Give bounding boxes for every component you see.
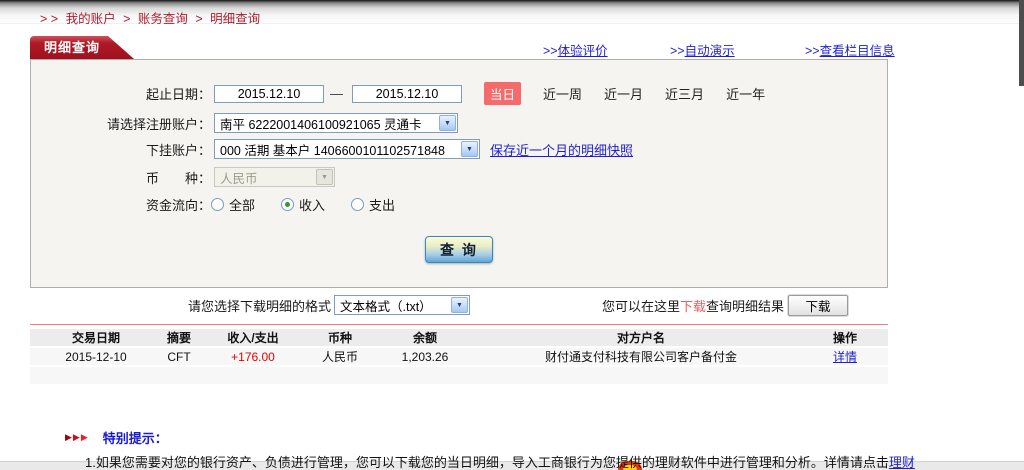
cell-date: 2015-12-10 [30,348,162,365]
save-monthly-snapshot-link[interactable]: 保存近一个月的明细快照 [490,140,633,159]
cell-counterparty: 财付通支付科技有限公司客户备付金 [480,348,802,365]
col-header-counterparty: 对方户名 [480,329,802,346]
triangle-icon: ▶ [65,432,72,443]
currency-label: 币 种： [31,168,211,187]
cell-action: 详情 [802,348,888,365]
breadcrumb-item-my-account[interactable]: 我的账户 [66,12,116,26]
query-form-panel: 起止日期： — 当日 近一周 近一月 近三月 近一年 请选择注册账户： 南平 6… [30,59,888,288]
breadcrumb: > > 我的账户 > 账务查询 > 明细查询 [0,0,1024,23]
range-week-link[interactable]: 近一周 [543,84,582,103]
chevron-down-icon: ▼ [439,115,456,131]
notice-title-row: ▶ ▶ ▶ 特别提示： [65,428,917,447]
col-header-amount: 收入/支出 [196,329,310,346]
link-prefix: >> [805,44,820,58]
link-experience-review[interactable]: >>体验评价 [543,40,608,59]
radio-expense-label: 支出 [369,195,395,214]
col-header-balance: 余额 [370,329,480,346]
range-year-link[interactable]: 近一年 [726,84,765,103]
cell-currency: 人民币 [310,348,370,365]
table-footer-strip [30,367,888,384]
download-hint-red: 下载 [680,296,706,315]
cell-amount: +176.00 [196,348,310,365]
chevron-down-icon: ▼ [461,141,478,157]
breadcrumb-separator: > [123,12,130,26]
query-button-row: 查 询 [31,236,887,263]
registered-account-row: 请选择注册账户： 南平 6222001406100921065 灵通卡 ▼ [31,113,887,133]
chevron-down-icon: ▼ [451,297,468,313]
currency-select-disabled: 人民币 ▼ [214,167,335,187]
date-from-input[interactable] [214,85,324,103]
triangle-icon: ▶ [73,432,80,443]
range-today-badge[interactable]: 当日 [484,82,521,105]
radio-all-circle[interactable] [211,198,224,211]
col-header-currency: 币种 [310,329,370,346]
notice-text: 1.如果您需要对您的银行资产、负债进行管理，您可以下载您的当日明细，导入工商银行… [85,455,889,470]
breadcrumb-separator: > [195,12,202,26]
red-separator-line [30,324,888,325]
download-format-select[interactable]: 文本格式（.txt） ▼ [334,295,470,315]
range-month-link[interactable]: 近一月 [604,84,643,103]
link-auto-demo[interactable]: >>自动演示 [670,40,735,59]
fund-flow-row: 资金流向： 全部 收入 支出 [31,195,887,214]
date-to-input[interactable] [352,85,462,103]
download-hint-before: 您可以在这里 [602,296,680,315]
notice-body: 1.如果您需要对您的银行资产、负债进行管理，您可以下载您的当日明细，导入工商银行… [65,453,917,470]
notice-title: 特别提示： [103,428,168,447]
download-format-label: 请您选择下载明细的格式 [188,296,331,315]
registered-account-label: 请选择注册账户： [31,114,211,133]
download-button[interactable]: 下载 [788,295,848,316]
link-prefix: >> [543,44,558,58]
special-notice-section: ▶ ▶ ▶ 特别提示： 1.如果您需要对您的银行资产、负债进行管理，您可以下载您… [65,428,917,470]
cell-balance: 1,203.26 [370,348,480,365]
transactions-table: 交易日期 摘要 收入/支出 币种 余额 对方户名 操作 2015-12-10 C… [30,327,888,386]
tab-row: 明细查询 >>体验评价 >>自动演示 >>查看栏目信息 [30,36,888,59]
link-prefix: >> [670,44,685,58]
download-hint-after: 查询明细结果 [706,296,784,315]
radio-expense[interactable]: 支出 [351,195,395,214]
table-row: 2015-12-10 CFT +176.00 人民币 1,203.26 财付通支… [30,348,888,365]
col-header-summary: 摘要 [162,329,196,346]
radio-income[interactable]: 收入 [281,195,325,214]
chevron-down-icon: ▼ [316,169,333,185]
range-quarter-link[interactable]: 近三月 [665,84,704,103]
download-hint-group: 您可以在这里下载查询明细结果 下载 [602,295,888,316]
sub-account-select[interactable]: 000 活期 基本户 1406600101102571848 ▼ [214,139,480,159]
breadcrumb-item-detail-query[interactable]: 明细查询 [210,12,260,26]
fund-flow-radio-group: 全部 收入 支出 [211,195,421,214]
breadcrumb-item-account-query[interactable]: 账务查询 [138,12,188,26]
radio-all-label: 全部 [229,195,255,214]
scrollbar-thumb[interactable] [1019,0,1024,86]
radio-all[interactable]: 全部 [211,195,255,214]
currency-row: 币 种： 人民币 ▼ [31,167,887,187]
date-range-label: 起止日期： [31,84,211,103]
tab-detail-query[interactable]: 明细查询 [30,36,134,59]
main-container: 明细查询 >>体验评价 >>自动演示 >>查看栏目信息 起止日期： — 当日 近… [30,36,888,470]
breadcrumb-prefix: > > [40,12,58,26]
radio-income-label: 收入 [299,195,325,214]
radio-income-circle-checked[interactable] [281,198,294,211]
sub-account-label: 下挂账户： [31,140,211,159]
col-header-action: 操作 [802,329,888,346]
detail-link[interactable]: 详情 [833,350,857,364]
fund-flow-label: 资金流向： [31,195,211,214]
triangle-icon: ▶ [81,432,88,443]
registered-account-select[interactable]: 南平 6222001406100921065 灵通卡 ▼ [214,113,458,133]
date-dash: — [330,86,343,101]
query-button[interactable]: 查 询 [425,236,493,263]
link-column-info[interactable]: >>查看栏目信息 [805,40,895,59]
table-header-row: 交易日期 摘要 收入/支出 币种 余额 对方户名 操作 [30,329,888,346]
sub-account-row: 下挂账户： 000 活期 基本户 1406600101102571848 ▼ 保… [31,139,887,159]
download-row: 请您选择下载明细的格式 文本格式（.txt） ▼ 您可以在这里下载查询明细结果 … [30,294,888,316]
radio-expense-circle[interactable] [351,198,364,211]
date-range-row: 起止日期： — 当日 近一周 近一月 近三月 近一年 [31,82,887,105]
cell-summary: CFT [162,348,196,365]
col-header-date: 交易日期 [30,329,162,346]
